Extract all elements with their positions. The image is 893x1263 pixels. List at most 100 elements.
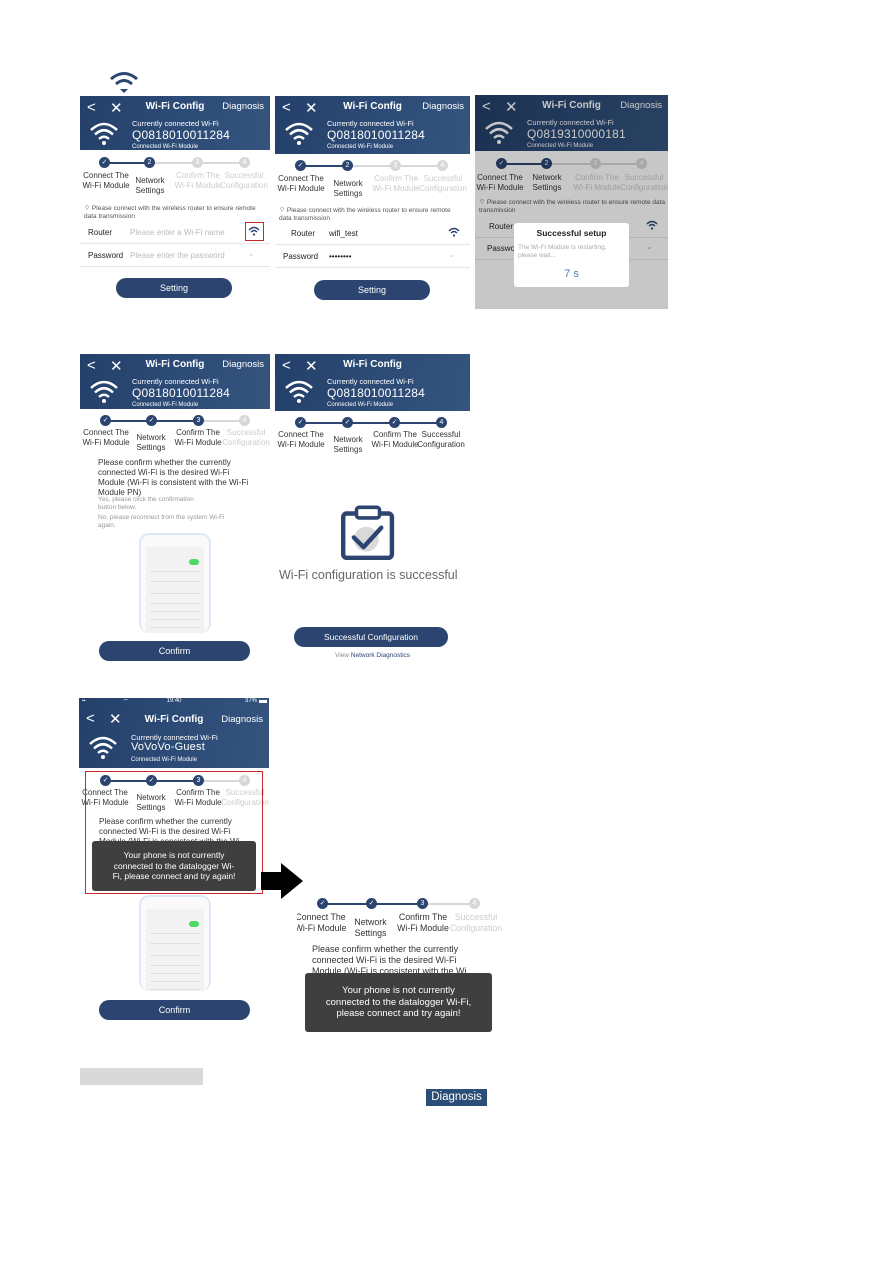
step-4-dot: 4	[437, 160, 448, 171]
step-1-check-icon: ✓	[295, 160, 306, 171]
router-label: Router	[291, 229, 316, 238]
step-3-label: Confirm The Wi-Fi Module	[174, 428, 222, 447]
router-input[interactable]: Please enter a Wi-Fi name	[130, 228, 225, 237]
step-3-dot: 3	[417, 898, 428, 909]
confirm-button[interactable]: Confirm	[99, 1000, 250, 1020]
diagnosis-button[interactable]: Diagnosis	[422, 101, 464, 112]
wifi-icon	[90, 122, 118, 145]
toggle-icon	[189, 559, 199, 565]
dialog-title: Successful setup	[536, 228, 607, 238]
screen-router-setup-empty: < ✕ Wi-Fi Config Diagnosis Currently con…	[80, 96, 270, 306]
screen-successful-setup-dialog: < ✕ Wi-Fi Config Diagnosis Currently con…	[475, 95, 668, 309]
step-4-label: Successful Configuration	[449, 912, 502, 933]
screen-not-connected-zoomed: ✓ ✓ 3 4 Connect The Wi-Fi Module Network…	[297, 893, 502, 1035]
current-wifi-label: Currently connected Wi-Fi	[132, 377, 219, 386]
app-header: ▪▪ ⌔ 19:40 37% < ✕ Wi-Fi Config Diagnosi…	[79, 698, 269, 768]
step-2-label: Network Settings	[136, 433, 166, 452]
current-ssid: Q0818010011284	[132, 386, 231, 400]
step-indicator: ✓ ✓ ✓ 4 Connect The Wi-Fi Module Network…	[275, 416, 470, 466]
step-4-label: Successful Configuration	[222, 428, 270, 447]
wifi-icon	[90, 380, 118, 403]
chevron-down-icon[interactable]: ⌄	[448, 250, 460, 260]
current-wifi-label: Currently connected Wi-Fi	[327, 119, 414, 128]
step-3-label: Confirm The Wi-Fi Module	[372, 174, 420, 193]
current-ssid: VoVoVo-Guest	[131, 741, 205, 753]
successful-setup-dialog: Successful setup The Wi-Fi Module is res…	[514, 223, 629, 287]
password-input[interactable]: ••••••••	[329, 252, 351, 261]
step-1-label: Connect The Wi-Fi Module	[297, 912, 347, 933]
step-3-dot: 3	[390, 160, 401, 171]
step-1-check-icon: ✓	[317, 898, 328, 909]
view-diagnostics-link[interactable]: View Network Diagnostics	[275, 652, 470, 659]
step-indicator: ✓ ✓ 3 4 Connect The Wi-Fi Module Network…	[297, 897, 502, 947]
step-4-dot: 4	[436, 417, 447, 428]
step-3-dot: 3	[192, 157, 203, 168]
app-header: < ✕ Wi-Fi Config Diagnosis Currently con…	[80, 354, 270, 409]
wifi-icon	[285, 380, 313, 403]
step-indicator: ✓ 2 3 4 Connect The Wi-Fi Module Network…	[80, 156, 270, 206]
router-note: ⌔ Please connect with the wireless route…	[279, 207, 451, 222]
app-header: < ✕ Wi-Fi Config Diagnosis Currently con…	[275, 96, 470, 154]
current-wifi-label: Currently connected Wi-Fi	[327, 377, 414, 386]
step-4-dot: 4	[239, 415, 250, 426]
router-input[interactable]: wifi_test	[329, 229, 358, 238]
step-3-label: Confirm The Wi-Fi Module	[397, 912, 449, 933]
highlight-box	[245, 222, 264, 241]
wifi-scan-icon[interactable]	[448, 227, 460, 237]
chevron-down-icon[interactable]: ⌄	[248, 249, 260, 259]
network-diagnostics-link[interactable]: Network Diagnostics	[351, 652, 410, 659]
step-1-label: Connect The Wi-Fi Module	[277, 430, 325, 449]
highlight-box	[85, 771, 263, 894]
password-input[interactable]: Please enter the password	[130, 251, 225, 260]
step-2-label: Network Settings	[333, 179, 363, 198]
step-4-label: Successful Configuration	[417, 430, 465, 449]
confirm-no-text: No, please reconnect from the system Wi-…	[98, 514, 225, 529]
step-3-label: Confirm The Wi-Fi Module	[371, 430, 419, 449]
step-4-label: Successful Configuration	[220, 171, 268, 190]
module-label: Connected Wi-Fi Module	[327, 402, 394, 408]
step-2-check-icon: ✓	[366, 898, 377, 909]
header-title: Wi-Fi Config	[343, 359, 402, 370]
wifi-icon	[110, 72, 138, 93]
app-header: < ✕ Wi-Fi Config Currently connected Wi-…	[275, 354, 470, 411]
module-label: Connected Wi-Fi Module	[132, 144, 199, 150]
current-ssid: Q0818010011284	[132, 128, 231, 142]
current-ssid: Q0818010011284	[327, 128, 426, 142]
setting-button[interactable]: Setting	[314, 280, 430, 300]
diagnosis-button[interactable]: Diagnosis	[222, 359, 264, 370]
step-2-check-icon: ✓	[342, 417, 353, 428]
step-3-check-icon: ✓	[389, 417, 400, 428]
redacted-heading-bar	[80, 1068, 203, 1085]
router-row: Router wifi_test	[275, 222, 470, 245]
step-indicator: ✓ 2 3 4 Connect The Wi-Fi Module Network…	[275, 159, 470, 209]
status-battery: 37%	[244, 698, 257, 704]
diagnosis-button[interactable]: Diagnosis	[221, 714, 263, 725]
current-ssid: Q0818010011284	[327, 386, 426, 400]
step-2-label: Network Settings	[333, 435, 363, 454]
app-header: < ✕ Wi-Fi Config Diagnosis Currently con…	[80, 96, 270, 150]
diagnosis-button[interactable]: Diagnosis	[222, 101, 264, 112]
password-row: Password •••••••• ⌄	[275, 245, 470, 268]
step-4-dot: 4	[469, 898, 480, 909]
wifi-icon	[89, 736, 117, 759]
setting-button[interactable]: Setting	[116, 278, 232, 298]
phone-wifi-settings-illustration	[139, 533, 211, 633]
battery-icon	[259, 700, 267, 703]
confirm-yes-text: Yes, please click the confirmation butto…	[98, 496, 194, 511]
router-row: Router Please enter a Wi-Fi name	[80, 221, 270, 244]
countdown: 7 s	[564, 268, 579, 280]
step-2-dot: 2	[342, 160, 353, 171]
step-2-label: Network Settings	[135, 176, 165, 195]
step-1-check-icon: ✓	[100, 415, 111, 426]
toggle-icon	[189, 921, 199, 927]
screen-router-setup-filled: < ✕ Wi-Fi Config Diagnosis Currently con…	[275, 96, 470, 306]
confirm-button[interactable]: Confirm	[99, 641, 250, 661]
successful-configuration-button[interactable]: Successful Configuration	[294, 627, 448, 647]
step-1-label: Connect The Wi-Fi Module	[277, 174, 325, 193]
diagnosis-badge: Diagnosis	[426, 1089, 487, 1106]
step-2-label: Network Settings	[354, 917, 387, 938]
password-row: Password Please enter the password ⌄	[80, 244, 270, 267]
password-label: Password	[88, 251, 124, 260]
step-4-dot: 4	[239, 157, 250, 168]
password-label: Password	[283, 252, 319, 261]
